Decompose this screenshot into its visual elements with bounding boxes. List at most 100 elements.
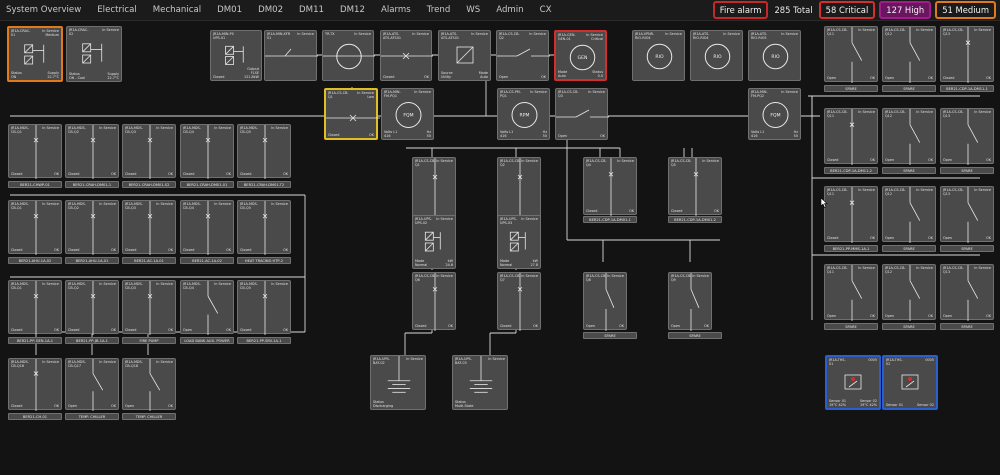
nav-electrical[interactable]: Electrical: [97, 5, 137, 15]
rio-5-tile[interactable]: RIO JR1A-ATS- RIO-RIO5 In Service: [748, 30, 801, 81]
breaker-q2-tile[interactable]: JR1A-CS-CB- Q2 In Service Open OK: [496, 30, 550, 81]
tile-value: OK: [928, 236, 933, 240]
battery-02-tile[interactable]: JR1A-UPS- BAT-02 In Service Status Dischar…: [370, 355, 426, 410]
row2-breaker-2[interactable]: JR1A-MDS- CB-Q2 In Service Closed OK: [65, 200, 119, 255]
center-breaker-q4[interactable]: JR1A-CS-CB- Q4 In Service Closed OK: [583, 157, 637, 216]
ats-switch-tile[interactable]: JR1A-ATS- ATS-ATS01 In Service Source Util…: [438, 30, 491, 81]
row1-breaker-5[interactable]: JR1A-MDS- CB-Q5 In Service Closed OK: [237, 124, 291, 179]
high-alarms-badge[interactable]: 127 High: [879, 1, 932, 19]
tile-state: Sensor 01 19°C 42%: [829, 399, 847, 407]
power-meter-1-tile[interactable]: FQM JR1A-MIN- FM-PQ1 In Service Volts L1 41…: [381, 88, 434, 140]
right2-breaker-2[interactable]: JR1A-CS-CB- Q12 In Service Open OK: [882, 108, 936, 165]
rio-4b-tile[interactable]: RIO JR1A-ATS- RIO-RIO4 In Service: [690, 30, 743, 81]
nav-ws[interactable]: WS: [466, 5, 480, 15]
row3-breaker-1[interactable]: JR1A-MDS- CB-Q1 In Service Closed OK: [8, 280, 62, 335]
nav-alarms[interactable]: Alarms: [381, 5, 411, 15]
row2-breaker-1[interactable]: JR1A-MDS- CB-Q1 In Service Closed OK: [8, 200, 62, 255]
tile-state: Closed: [125, 328, 137, 332]
nav-admin[interactable]: Admin: [496, 5, 523, 15]
single-line-diagram: JR1A-CRAC- 01 In Service Medium Status ON S…: [0, 21, 1000, 475]
ups-01-tile[interactable]: JR1A-MIN-PS UPS-01 Closed Output FLSE 121.…: [210, 30, 262, 81]
right4-breaker-1[interactable]: JR1A-CS-CB- Q11 In Service Open OK: [824, 264, 878, 321]
crac-01-tile[interactable]: JR1A-CRAC- 01 In Service Medium Status ON S…: [7, 26, 63, 82]
row1-breaker-3[interactable]: JR1A-MDS- CB-Q3 In Service Closed OK: [122, 124, 176, 179]
tile-value: OK: [168, 328, 173, 332]
crac-02-tile[interactable]: JR1A-CRAC- 02 In Service Status ON - Cool S…: [66, 26, 122, 82]
nav-mechanical[interactable]: Mechanical: [153, 5, 201, 15]
tile-title: JR1A-MIN- FM-PQ1: [384, 90, 401, 98]
breaker-q1-tile[interactable]: JR1A-CS-CB- Q1 In Service Low Closed OK: [324, 88, 380, 140]
row4-breaker-3[interactable]: JR1A-MDS- CB-Q18 In Service Open OK: [122, 358, 176, 411]
nav-dm11[interactable]: DM11: [299, 5, 324, 15]
right3-breaker-2[interactable]: JR1A-CS-CB- Q12 In Service Open OK: [882, 186, 936, 243]
nav-system-overview[interactable]: System Overview: [6, 5, 81, 15]
nav-trend[interactable]: Trend: [427, 5, 451, 15]
center-breaker-q6[interactable]: JR1A-CS-CB- Q6 In Service Closed OK: [412, 272, 456, 331]
right1-breaker-1[interactable]: JR1A-CS-CB- Q11 In Service Open OK: [824, 26, 878, 83]
row1-breaker-2[interactable]: JR1A-MDS- CB-Q2 In Service Closed OK: [65, 124, 119, 179]
transformer-tile[interactable]: JR1A-MIN-XFR 01 In Service: [264, 30, 318, 81]
temp-sensor-01-tile[interactable]: JR1A-THS- 01 0005 Sensor 01 19°C 42% Sensor…: [825, 355, 881, 410]
tile-title: JR1A-ATS- ATS-ATS01: [441, 32, 460, 40]
center-breaker-q9[interactable]: JR1A-CS-CB- Q9 In Service Open OK: [668, 272, 712, 331]
total-alarms-badge[interactable]: 285 Total: [772, 3, 814, 17]
medium-alarms-badge[interactable]: 51 Medium: [935, 1, 996, 19]
row2-breaker-4[interactable]: JR1A-MDS- CB-Q4 In Service Closed OK: [180, 200, 234, 255]
tile-value: kW 27.8: [530, 259, 538, 267]
row3-breaker-3[interactable]: JR1A-MDS- CB-Q3 In Service Closed OK: [122, 280, 176, 335]
rio-4-tile[interactable]: RIO JR1A-VPNR- RIO-RIO4 In Service: [632, 30, 685, 81]
center-breaker-q7[interactable]: JR1A-CS-CB- Q7 In Service Closed OK: [497, 272, 541, 331]
tile-title: JR1A-ATS- RIO-RIO5: [751, 32, 768, 40]
transformer-tx-tile[interactable]: TR-TX In Service: [322, 30, 375, 81]
row1-breaker-1[interactable]: JR1A-MDS- CB-Q1 In Service Closed OK: [8, 124, 62, 179]
row1-breaker-4[interactable]: JR1A-MDS- CB-Q4 In Service Closed OK: [180, 124, 234, 179]
tile-value: OK: [226, 172, 231, 176]
tile-status: In Service: [214, 202, 231, 206]
right1-breaker-3[interactable]: JR1A-CS-CB- Q13 In Service Closed OK: [940, 26, 994, 83]
tile-value: OK: [424, 75, 429, 79]
right4-breaker-3[interactable]: JR1A-CS-CB- Q13 In Service Open OK: [940, 264, 994, 321]
right2-breaker-1[interactable]: JR1A-CS-CB- Q11 In Service Closed OK: [824, 108, 878, 165]
power-meter-2-tile[interactable]: FQM JR1A-MIN- FM-PQ2 In Service Volts L1 41…: [748, 88, 801, 140]
row3-breaker-2[interactable]: JR1A-MDS- CB-Q2 In Service Closed OK: [65, 280, 119, 335]
nav-dm01[interactable]: DM01: [217, 5, 242, 15]
power-meter-rpm-tile[interactable]: RPM JR1A-CS-PM- PQ1 In Service Volts L1 416…: [497, 88, 550, 140]
right3-breaker-3[interactable]: JR1A-CS-CB- Q13 In Service Open OK: [940, 186, 994, 243]
center-breaker-q8[interactable]: JR1A-CS-CB- Q8 In Service Open OK: [583, 272, 627, 331]
tile-status: In Service: [414, 90, 431, 94]
tile-status: In Service: [858, 28, 875, 32]
tile-status: In Service: [99, 202, 116, 206]
generator-tile[interactable]: GEN JR1A-GEN- GEN-01 In Service Critical Mo…: [554, 30, 607, 81]
tile-status: In Service: [99, 282, 116, 286]
battery-03-tile[interactable]: JR1A-UPS- BAT-03 In Service Status Multi-S…: [452, 355, 508, 410]
center-breaker-q5[interactable]: JR1A-CS-CB- Q5 In Service Closed OK: [668, 157, 722, 216]
row4-label-1: BER21-CH-01: [8, 413, 62, 420]
top-bar: System Overview Electrical Mechanical DM…: [0, 0, 1000, 21]
right2-breaker-3[interactable]: JR1A-CS-CB- Q13 In Service Open OK: [940, 108, 994, 165]
row4-breaker-2[interactable]: JR1A-MDS- CB-Q17 In Service Open OK: [65, 358, 119, 411]
critical-alarms-badge[interactable]: 58 Critical: [818, 1, 876, 19]
row1-label-5: BER21-CRAH-DM01-T2: [237, 181, 291, 188]
tile-title: JR1A-MIN- FM-PQ2: [751, 90, 768, 98]
nav-dm12[interactable]: DM12: [340, 5, 365, 15]
right1-breaker-2[interactable]: JR1A-CS-CB- Q12 In Service Open OK: [882, 26, 936, 83]
tile-status: In Service: [271, 202, 288, 206]
temp-sensor-02-tile[interactable]: JR1A-THS- 02 0005 Sensor 01 Sensor 02: [882, 355, 938, 410]
ats-tile[interactable]: JR1A-ATS- ATS-ATS01 In Service Closed OK: [380, 30, 433, 81]
tile-status: In Service Critical: [586, 33, 603, 41]
row3-breaker-5[interactable]: JR1A-MDS- CB-Q5 In Service Closed OK: [237, 280, 291, 335]
row2-breaker-3[interactable]: JR1A-MDS- CB-Q3 In Service Closed OK: [122, 200, 176, 255]
nav-dm02[interactable]: DM02: [258, 5, 283, 15]
row3-breaker-4[interactable]: JR1A-MDS- CB-Q4 In Service Open OK: [180, 280, 234, 335]
ups-03-tile[interactable]: JR1A-UPS- UPS-03 In Service Mode Normal kW …: [497, 215, 541, 269]
nav-cx[interactable]: CX: [540, 5, 552, 15]
tile-status: In Service: [617, 159, 634, 163]
right3-breaker-1[interactable]: JR1A-CS-CB- Q11 In Service Closed OK: [824, 186, 878, 243]
row4-breaker-1[interactable]: JR1A-MDS- CB-Q16 In Service Closed OK: [8, 358, 62, 411]
breaker-q3-tile[interactable]: JR1A-CS-CB- Q3 In Service Open OK: [555, 88, 609, 140]
row2-breaker-5[interactable]: JR1A-MDS- CB-Q5 In Service Closed OK: [237, 200, 291, 255]
tile-state: Volts L1 416: [751, 130, 765, 138]
ups-02-tile[interactable]: JR1A-UPS- UPS-02 In Service Mode Normal kW …: [412, 215, 456, 269]
right4-breaker-2[interactable]: JR1A-CS-CB- Q12 In Service Open OK: [882, 264, 936, 321]
fire-alarm-badge[interactable]: Fire alarm: [712, 1, 769, 19]
